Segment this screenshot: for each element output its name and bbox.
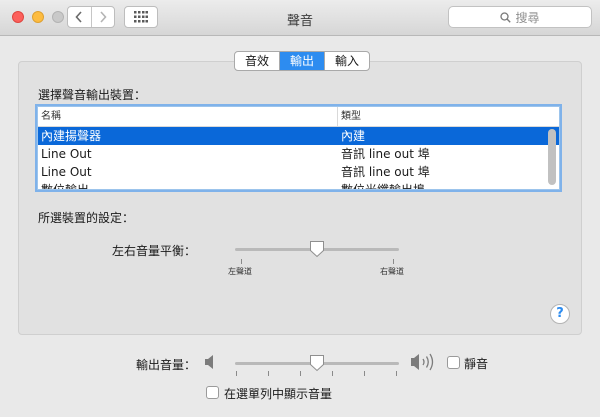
show-volume-in-menu-bar-checkbox[interactable] xyxy=(206,386,219,399)
tab-input[interactable]: 輸入 xyxy=(324,52,369,70)
device-type: 內建 xyxy=(341,129,366,143)
device-type: 音訊 line out 埠 xyxy=(341,165,430,179)
table-row[interactable]: Line Out 音訊 line out 埠 xyxy=(38,163,559,181)
selected-device-settings-heading: 所選裝置的設定： xyxy=(38,211,135,225)
slider-tick xyxy=(396,371,397,376)
left-channel-label: 左聲道 xyxy=(228,267,252,276)
table-header: 名稱 類型 xyxy=(38,107,559,127)
slider-tick xyxy=(364,371,365,376)
slider-tick xyxy=(236,371,237,376)
search-field[interactable]: 搜尋 xyxy=(448,6,592,28)
device-type: 音訊 line out 埠 xyxy=(341,147,430,161)
title-bar: 聲音 搜尋 xyxy=(0,0,600,36)
tab-bar: 音效 輸出 輸入 xyxy=(234,51,371,71)
slider-tick xyxy=(332,371,333,376)
tab-sound-effects[interactable]: 音效 xyxy=(235,52,279,70)
help-icon: ? xyxy=(556,306,564,321)
search-placeholder: 搜尋 xyxy=(515,10,540,25)
right-channel-label: 右聲道 xyxy=(380,267,404,276)
slider-tick xyxy=(300,371,301,376)
help-button[interactable]: ? xyxy=(550,304,570,324)
mute-checkbox[interactable] xyxy=(447,356,460,369)
slider-tick xyxy=(393,259,394,264)
slider-tick xyxy=(268,371,269,376)
output-device-heading: 選擇聲音輸出裝置： xyxy=(38,88,147,102)
table-row[interactable]: 內建揚聲器 內建 xyxy=(38,127,559,145)
show-volume-in-menu-bar-label: 在選單列中顯示音量 xyxy=(224,387,333,401)
output-volume-slider-thumb[interactable] xyxy=(309,354,325,372)
mute-label: 靜音 xyxy=(464,357,489,371)
search-icon xyxy=(500,11,512,23)
device-name: Line Out xyxy=(41,147,92,161)
device-type: 數位光纖輸出埠 xyxy=(341,183,426,190)
table-row[interactable]: Line Out 音訊 line out 埠 xyxy=(38,145,559,163)
column-header-name[interactable]: 名稱 xyxy=(38,107,338,126)
output-volume-label: 輸出音量： xyxy=(135,358,196,372)
device-name: Line Out xyxy=(41,165,92,179)
column-header-type[interactable]: 類型 xyxy=(338,107,559,126)
balance-slider-thumb[interactable] xyxy=(309,240,325,258)
slider-tick xyxy=(241,259,242,264)
speaker-low-icon xyxy=(205,355,213,369)
device-name: 內建揚聲器 xyxy=(41,129,102,143)
device-name: 數位輸出 xyxy=(41,183,90,190)
table-scrollbar[interactable] xyxy=(548,129,556,185)
output-device-table: 名稱 類型 內建揚聲器 內建 Line Out 音訊 line out 埠 Li… xyxy=(37,106,560,190)
tab-output[interactable]: 輸出 xyxy=(279,52,325,70)
speaker-high-icon xyxy=(411,353,434,371)
balance-label: 左右音量平衡： xyxy=(111,244,196,258)
table-row[interactable]: 數位輸出 數位光纖輸出埠 xyxy=(38,181,559,190)
